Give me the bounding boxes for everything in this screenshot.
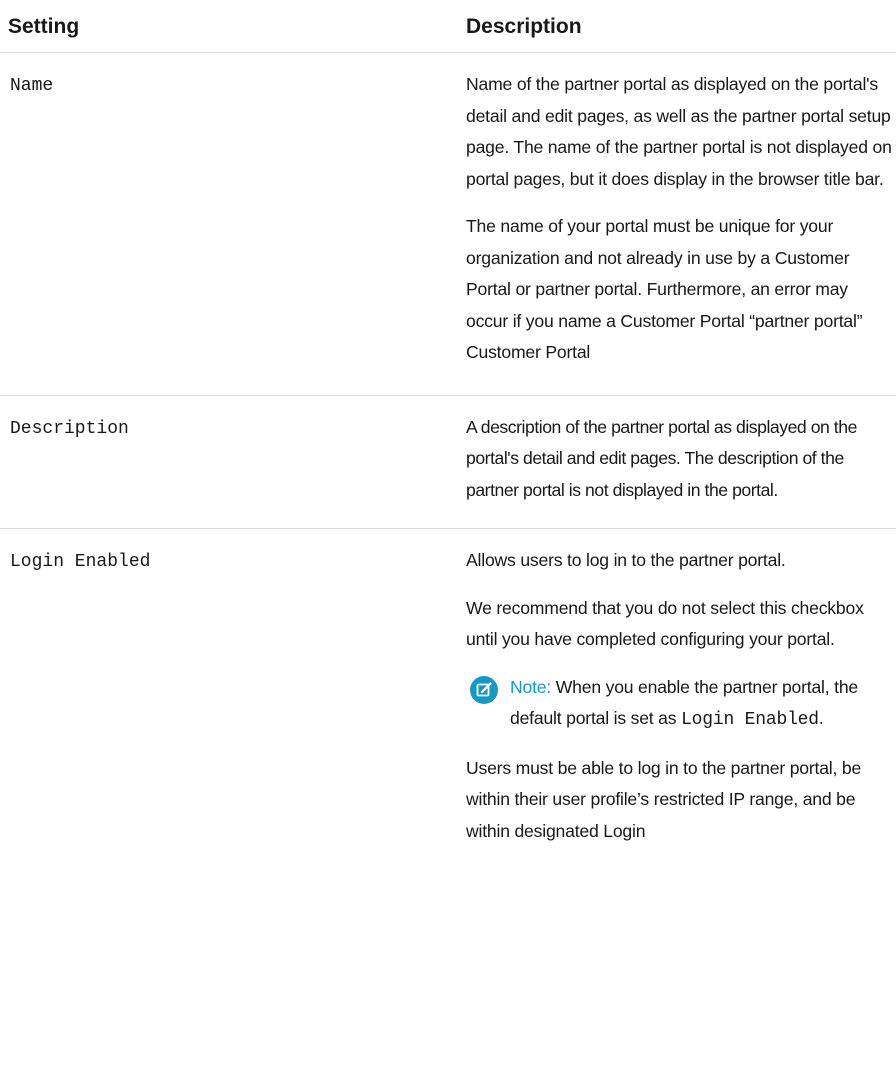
description-paragraph: Name of the partner portal as displayed …: [466, 74, 892, 189]
setting-name: Description: [10, 418, 129, 439]
note-callout: Note: When you enable the partner portal…: [466, 672, 894, 737]
settings-table: Setting Description Name Name of the par…: [0, 0, 896, 869]
column-header-setting: Setting: [8, 15, 80, 38]
description-cell: A description of the partner portal as d…: [466, 412, 894, 507]
note-code: Login Enabled: [681, 710, 819, 730]
table-row: Name Name of the partner portal as displ…: [0, 53, 896, 396]
column-header-description: Description: [466, 15, 582, 38]
description-paragraph: Allows users to log in to the partner po…: [466, 550, 786, 570]
description-cell: Allows users to log in to the partner po…: [466, 545, 894, 847]
description-cell: Name of the partner portal as displayed …: [466, 69, 894, 369]
description-paragraph: We recommend that you do not select this…: [466, 597, 864, 650]
edit-note-icon: [470, 675, 498, 704]
description-paragraph: A description of the partner portal as d…: [466, 416, 857, 500]
description-paragraph: The name of your portal must be unique f…: [466, 216, 863, 362]
table-row: Description A description of the partner…: [0, 396, 896, 529]
table-header: Setting Description: [0, 0, 896, 53]
setting-name: Name: [10, 76, 54, 96]
description-paragraph: Users must be able to log in to the part…: [466, 757, 862, 841]
note-end: .: [818, 708, 824, 728]
table-row: Login Enabled Allows users to log in to …: [0, 529, 896, 869]
setting-name: Login Enabled: [10, 552, 151, 572]
note-label: Note:: [510, 676, 552, 697]
